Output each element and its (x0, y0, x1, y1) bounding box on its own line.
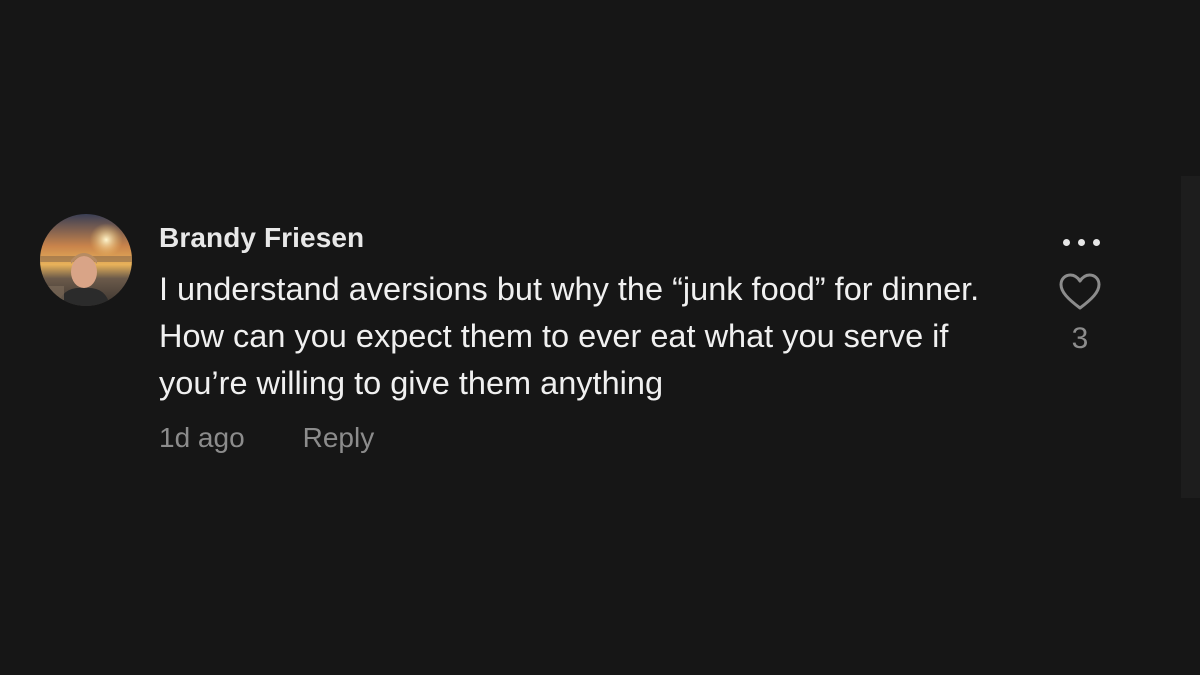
more-options-icon[interactable] (1053, 228, 1109, 256)
comment-timestamp: 1d ago (159, 422, 245, 453)
avatar[interactable] (40, 214, 132, 306)
like-count: 3 (1071, 322, 1089, 355)
reply-button[interactable]: Reply (303, 422, 375, 454)
comment-item: Brandy Friesen I understand aversions bu… (40, 214, 1120, 464)
comment-username[interactable]: Brandy Friesen (159, 222, 364, 254)
scrollbar[interactable] (1181, 176, 1200, 498)
heart-outline-icon[interactable] (1058, 272, 1102, 312)
comment-text: I understand aversions but why the “junk… (159, 271, 980, 401)
comment-meta: 1d ago Reply (159, 422, 374, 454)
comment-screen: Brandy Friesen I understand aversions bu… (0, 0, 1200, 675)
